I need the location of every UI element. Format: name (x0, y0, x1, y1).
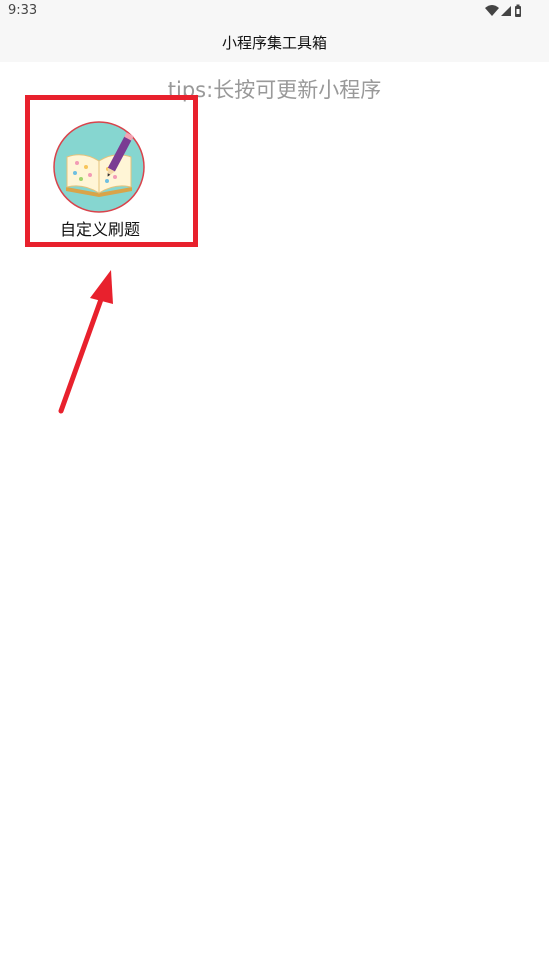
page-title: 小程序集工具箱 (221, 34, 327, 52)
status-icons (485, 4, 521, 17)
battery-icon (515, 4, 521, 17)
app-header: 小程序集工具箱 (0, 22, 549, 62)
tool-item-custom-quiz[interactable]: 自定义刷题 (40, 118, 160, 239)
tool-label: 自定义刷题 (59, 220, 140, 239)
status-time: 9:33 (8, 3, 38, 18)
signal-icon (501, 6, 511, 16)
status-bar: 9:33 (0, 0, 549, 22)
open-book-pencil-icon (53, 121, 145, 213)
wifi-icon (485, 5, 499, 16)
tips-text: tips:长按可更新小程序 (167, 78, 382, 102)
